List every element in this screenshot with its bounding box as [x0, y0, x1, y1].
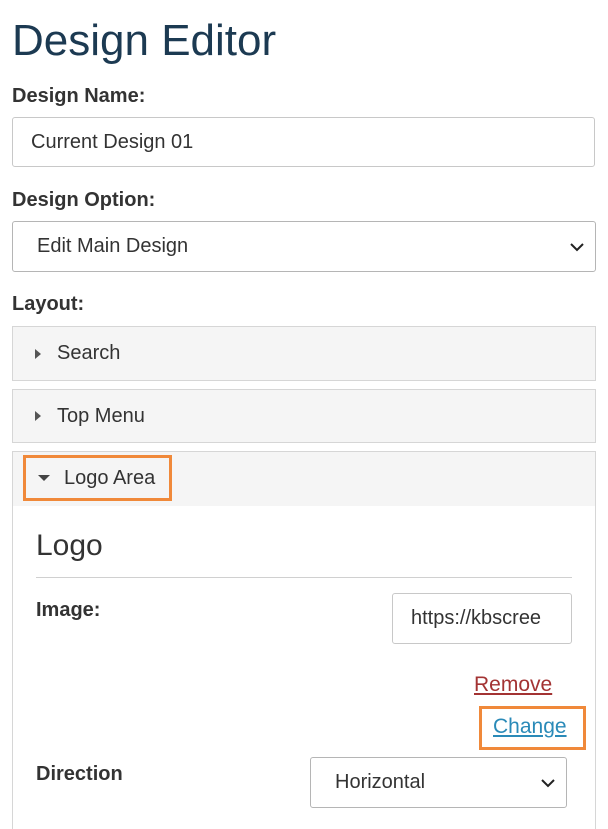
- chevron-down-icon: [541, 778, 555, 787]
- chevron-down-icon: [570, 242, 584, 251]
- caret-down-icon: [38, 475, 50, 481]
- logo-panel-title: Logo: [36, 529, 103, 562]
- design-name-input[interactable]: [12, 117, 595, 167]
- accordion-top-menu-label: Top Menu: [57, 404, 145, 427]
- logo-area-highlight[interactable]: Logo Area: [23, 455, 172, 501]
- accordion-top-menu[interactable]: Top Menu: [12, 389, 596, 443]
- change-link[interactable]: Change: [493, 714, 567, 740]
- image-label: Image:: [36, 599, 101, 621]
- direction-label: Direction: [36, 763, 123, 785]
- design-option-select[interactable]: Edit Main Design: [12, 221, 596, 272]
- caret-right-icon: [35, 411, 41, 421]
- design-name-label: Design Name:: [12, 85, 146, 107]
- image-url-input[interactable]: [392, 593, 572, 644]
- divider: [36, 577, 572, 578]
- direction-select[interactable]: Horizontal: [310, 757, 567, 808]
- accordion-search[interactable]: Search: [12, 326, 596, 381]
- layout-label: Layout:: [12, 293, 85, 315]
- caret-right-icon: [35, 348, 41, 359]
- design-editor-page: Design Editor Design Name: Design Option…: [0, 0, 608, 829]
- page-title: Design Editor: [12, 16, 277, 65]
- direction-selected: Horizontal: [335, 771, 426, 793]
- accordion-logo-area-label: Logo Area: [64, 466, 156, 489]
- design-option-label: Design Option:: [12, 189, 156, 211]
- design-option-selected: Edit Main Design: [37, 235, 189, 257]
- remove-link[interactable]: Remove: [474, 672, 552, 698]
- accordion-search-label: Search: [57, 342, 121, 364]
